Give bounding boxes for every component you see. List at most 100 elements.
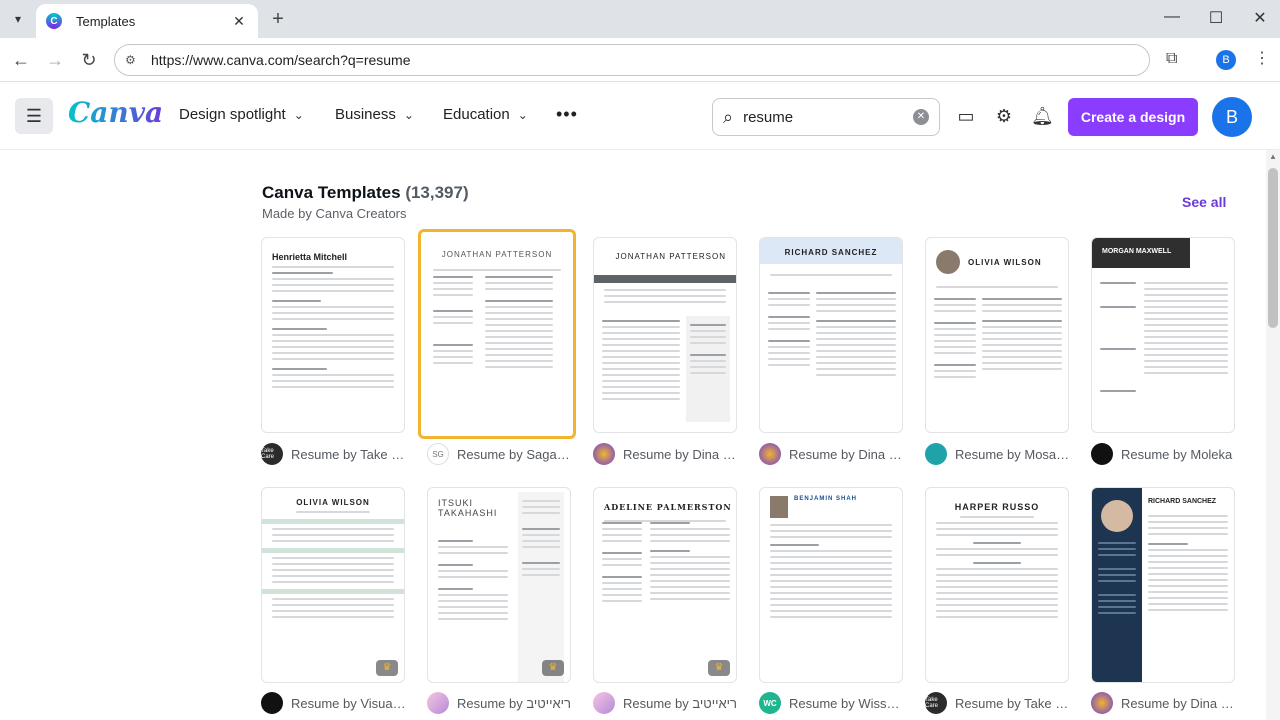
template-caption-text: Resume by ריאייטיב <box>457 695 571 711</box>
creator-avatar <box>925 443 947 465</box>
template-preview: OLIVIA WILSON <box>262 488 404 682</box>
template-caption[interactable]: Resume by Dina So... <box>759 443 909 465</box>
template-card[interactable]: ITSUKI TAKAHASHI ♛ <box>427 487 571 683</box>
template-preview: ITSUKI TAKAHASHI <box>428 488 570 682</box>
nav-design-spotlight[interactable]: Design spotlight ⌄ <box>179 106 304 123</box>
creator-avatar: SG <box>427 443 449 465</box>
template-card[interactable]: RICHARD SANCHEZ <box>759 237 903 433</box>
template-caption[interactable]: Resume by Mosala... <box>925 443 1075 465</box>
template-caption-text: Resume by Dina So... <box>789 446 905 462</box>
more-icon[interactable]: ••• <box>556 104 578 125</box>
template-preview: HARPER RUSSO <box>926 488 1068 682</box>
back-icon[interactable]: ← <box>10 49 32 71</box>
creator-avatar <box>759 443 781 465</box>
reload-icon[interactable]: ↻ <box>78 49 100 71</box>
address-bar[interactable]: ⚙ https://www.canva.com/search?q=resume <box>114 44 1150 76</box>
clear-search-icon[interactable]: ✕ <box>913 109 929 125</box>
menu-toggle-icon[interactable]: ☰ <box>15 98 53 134</box>
nav-education[interactable]: Education ⌄ <box>443 106 528 123</box>
template-caption[interactable]: Resume by Dina So... <box>593 443 743 465</box>
search-value: resume <box>743 108 794 126</box>
tab-title: Templates <box>76 13 136 29</box>
tab-close-icon[interactable]: ✕ <box>230 13 248 30</box>
template-caption-text: Resume by WissCr... <box>789 695 905 711</box>
premium-crown-icon: ♛ <box>708 660 730 676</box>
template-preview: Henrietta Mitchell <box>262 238 404 432</box>
site-info-icon[interactable]: ⚙ <box>125 53 143 67</box>
template-card[interactable]: BENJAMIN SHAH <box>759 487 903 683</box>
settings-gear-icon[interactable]: ⚙ <box>993 106 1015 127</box>
template-card[interactable]: OLIVIA WILSON ♛ <box>261 487 405 683</box>
canva-logo[interactable]: Canva <box>68 96 163 129</box>
browser-toolbar: ← → ↻ ⚙ https://www.canva.com/search?q=r… <box>0 38 1280 82</box>
notifications-bell-icon[interactable]: 🔔︎ <box>1031 106 1054 127</box>
canva-favicon-icon: C <box>46 13 62 29</box>
template-caption-text: Resume by Dina So... <box>1121 695 1237 711</box>
new-tab-icon[interactable]: + <box>268 8 288 31</box>
template-name: JONATHAN PATTERSON <box>615 252 726 261</box>
creator-avatar <box>427 692 449 714</box>
user-avatar[interactable]: B <box>1212 97 1252 137</box>
template-caption[interactable]: Resume by ריאייטיב <box>427 692 577 714</box>
template-caption[interactable]: Resume by Visual ... <box>261 692 411 714</box>
browser-profile-avatar[interactable]: B <box>1216 50 1236 70</box>
template-caption-text: Resume by Saga D... <box>457 446 573 462</box>
template-card[interactable]: HARPER RUSSO <box>925 487 1069 683</box>
browser-menu-icon[interactable]: ⋮ <box>1254 50 1270 68</box>
forward-icon[interactable]: → <box>44 49 66 71</box>
browser-tab[interactable]: C Templates ✕ <box>36 4 258 38</box>
template-name: JONATHAN PATTERSON <box>441 250 553 259</box>
template-name: Henrietta Mitchell <box>272 252 348 262</box>
template-caption[interactable]: Resume by Moleka <box>1091 443 1241 465</box>
maximize-icon[interactable]: ☐ <box>1206 8 1226 28</box>
template-caption[interactable]: Take Care Resume by Take Ca... <box>925 692 1075 714</box>
template-name: MORGAN MAXWELL <box>1102 248 1172 255</box>
canva-header: ☰ Canva Design spotlight ⌄ Business ⌄ Educ… <box>0 82 1280 150</box>
template-card[interactable]: OLIVIA WILSON <box>925 237 1069 433</box>
section-subtitle: Made by Canva Creators <box>262 206 407 221</box>
scrollbar-thumb[interactable] <box>1268 168 1278 328</box>
template-preview: RICHARD SANCHEZ <box>1092 488 1234 682</box>
template-caption-text: Resume by Moleka <box>1121 446 1233 462</box>
template-card-selected[interactable]: JONATHAN PATTERSON <box>418 229 576 439</box>
extensions-icon[interactable]: ⧉ <box>1166 50 1177 68</box>
browser-tab-bar: ▾ C Templates ✕ + — ☐ ✕ <box>0 0 1280 38</box>
creator-avatar <box>1091 692 1113 714</box>
template-caption[interactable]: SG Resume by Saga D... <box>427 443 577 465</box>
see-all-link[interactable]: See all <box>1182 194 1226 210</box>
template-caption[interactable]: WC Resume by WissCr... <box>759 692 909 714</box>
create-design-button[interactable]: Create a design <box>1068 98 1198 136</box>
template-card[interactable]: MORGAN MAXWELL <box>1091 237 1235 433</box>
nav-label: Design spotlight <box>179 106 286 123</box>
scroll-up-arrow-icon[interactable]: ▲ <box>1269 152 1277 161</box>
premium-crown-icon: ♛ <box>376 660 398 676</box>
template-preview: RICHARD SANCHEZ <box>760 238 902 432</box>
chevron-down-icon: ⌄ <box>517 107 528 122</box>
template-caption-text: Resume by Take Ca... <box>291 446 407 462</box>
search-input[interactable]: ⌕ resume ✕ <box>712 98 940 136</box>
template-count: (13,397) <box>405 183 469 202</box>
template-caption[interactable]: Resume by Dina So... <box>1091 692 1241 714</box>
tab-search-chevron-icon[interactable]: ▾ <box>8 9 28 29</box>
template-name: BENJAMIN SHAH <box>794 496 858 502</box>
template-name: HARPER RUSSO <box>954 502 1040 512</box>
template-card[interactable]: ADELINE PALMERSTON ♛ <box>593 487 737 683</box>
window-close-icon[interactable]: ✕ <box>1250 8 1270 28</box>
template-card[interactable]: JONATHAN PATTERSON <box>593 237 737 433</box>
template-caption-text: Resume by Mosala... <box>955 446 1071 462</box>
url-text: https://www.canva.com/search?q=resume <box>151 52 411 68</box>
minimize-icon[interactable]: — <box>1162 8 1182 26</box>
nav-label: Business <box>335 106 396 123</box>
template-card[interactable]: RICHARD SANCHEZ <box>1091 487 1235 683</box>
creator-avatar: Take Care <box>261 443 283 465</box>
template-preview: BENJAMIN SHAH <box>760 488 902 682</box>
nav-business[interactable]: Business ⌄ <box>335 106 414 123</box>
chevron-down-icon: ⌄ <box>293 107 304 122</box>
profile-photo <box>770 496 788 518</box>
template-card[interactable]: Henrietta Mitchell <box>261 237 405 433</box>
template-caption[interactable]: Resume by ריאייטיב <box>593 692 743 714</box>
template-caption[interactable]: Take Care Resume by Take Ca... <box>261 443 411 465</box>
chevron-down-icon: ⌄ <box>403 107 414 122</box>
desktop-app-icon[interactable]: ▭ <box>955 106 977 127</box>
premium-crown-icon: ♛ <box>542 660 564 676</box>
